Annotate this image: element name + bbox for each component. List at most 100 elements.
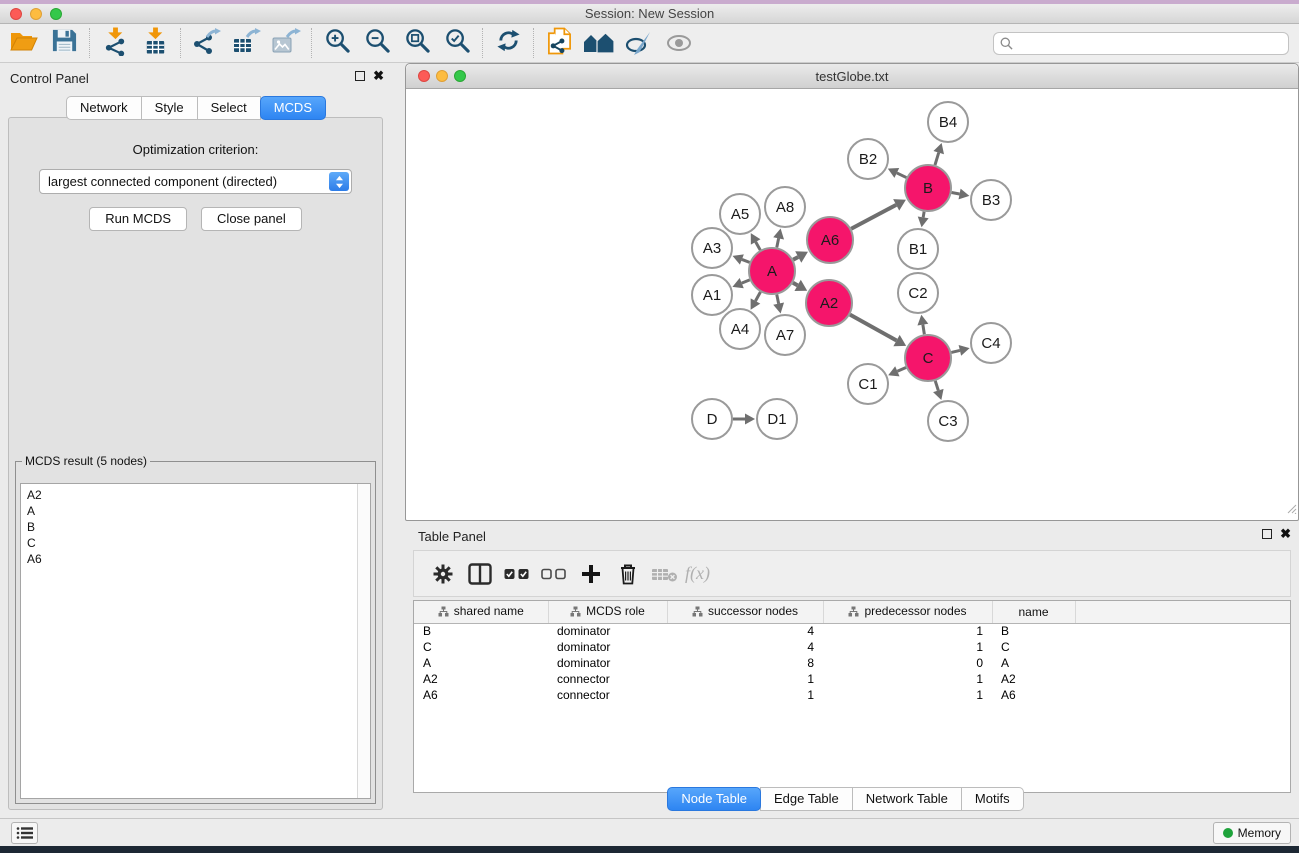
import-network-button[interactable]	[95, 27, 135, 60]
mcds-result-item[interactable]: A	[27, 503, 370, 519]
cell-predecessor-nodes[interactable]: 1	[823, 687, 992, 703]
cell-successor-nodes[interactable]: 1	[667, 687, 823, 703]
cell-name[interactable]: A2	[992, 671, 1075, 687]
zoom-selected-button[interactable]	[437, 27, 477, 60]
table-row[interactable]: A6connector11A6	[414, 687, 1290, 703]
zoom-out-button[interactable]	[357, 27, 397, 60]
select-all-checkboxes-icon[interactable]	[498, 556, 535, 592]
run-mcds-button[interactable]: Run MCDS	[89, 207, 187, 231]
table-row[interactable]: A2connector11A2	[414, 671, 1290, 687]
mcds-result-item[interactable]: B	[27, 519, 370, 535]
cell-successor-nodes[interactable]: 4	[667, 639, 823, 655]
close-table-panel-icon[interactable]: ✖	[1280, 529, 1291, 539]
search-input[interactable]	[1017, 37, 1282, 51]
float-panel-icon[interactable]	[355, 71, 365, 81]
tab-select[interactable]: Select	[197, 96, 261, 120]
table-row[interactable]: Bdominator41B	[414, 623, 1290, 639]
tab-network[interactable]: Network	[66, 96, 142, 120]
delete-table-icon[interactable]	[646, 556, 683, 592]
function-builder-icon[interactable]: f(x)	[685, 556, 710, 592]
graph-edge-A-A3[interactable]	[742, 259, 750, 262]
cell-shared-name[interactable]: C	[414, 639, 548, 655]
graph-edge-C-C4[interactable]	[951, 350, 960, 352]
graph-edge-A-A4[interactable]	[755, 292, 760, 301]
graph-edge-A-A2[interactable]	[793, 283, 798, 286]
table-row[interactable]: Cdominator41C	[414, 639, 1290, 655]
cell-shared-name[interactable]: B	[414, 623, 548, 639]
export-table-button[interactable]	[226, 27, 266, 60]
column-header-mcds-role[interactable]: MCDS role	[548, 601, 667, 623]
close-panel-icon[interactable]: ✖	[373, 71, 384, 81]
float-table-panel-icon[interactable]	[1262, 529, 1272, 539]
cell-mcds-role[interactable]: dominator	[548, 623, 667, 639]
cell-mcds-role[interactable]: dominator	[548, 639, 667, 655]
graph-edge-A6-B[interactable]	[851, 205, 896, 229]
cell-shared-name[interactable]: A	[414, 655, 548, 671]
result-scrollbar[interactable]	[357, 484, 370, 798]
trash-icon[interactable]	[609, 556, 646, 592]
mcds-result-item[interactable]: C	[27, 535, 370, 551]
maximize-network-window-button[interactable]	[454, 70, 466, 82]
close-network-window-button[interactable]	[418, 70, 430, 82]
graph-edge-B-B3[interactable]	[952, 192, 960, 194]
graph-edge-C-C2[interactable]	[923, 325, 924, 335]
maximize-window-button[interactable]	[50, 8, 62, 20]
column-header-successor-nodes[interactable]: successor nodes	[667, 601, 823, 623]
graph-edge-A-A7[interactable]	[777, 295, 779, 304]
graph-edge-B-B2[interactable]	[897, 173, 907, 178]
cell-predecessor-nodes[interactable]: 1	[823, 623, 992, 639]
cell-name[interactable]: C	[992, 639, 1075, 655]
optimization-criterion-select[interactable]: largest connected component (directed)	[39, 169, 352, 194]
graph-edge-B-B4[interactable]	[935, 153, 939, 165]
minimize-window-button[interactable]	[30, 8, 42, 20]
column-header-predecessor-nodes[interactable]: predecessor nodes	[823, 601, 992, 623]
network-canvas-svg[interactable]: B4B2BB3A8A5A6A3B1AA1C2A2A4A7C4CC1C3DD1	[406, 90, 1298, 520]
tab-node-table[interactable]: Node Table	[667, 787, 761, 811]
graph-edge-A-A5[interactable]	[756, 242, 761, 250]
cell-name[interactable]: A	[992, 655, 1075, 671]
resize-grip-icon[interactable]	[1285, 501, 1297, 519]
graph-edge-A-A8[interactable]	[777, 238, 779, 247]
column-header-name[interactable]: name	[992, 601, 1075, 623]
graph-edge-C-C3[interactable]	[935, 381, 938, 391]
refresh-button[interactable]	[488, 27, 528, 60]
export-network-button[interactable]	[186, 27, 226, 60]
network-canvas[interactable]: B4B2BB3A8A5A6A3B1AA1C2A2A4A7C4CC1C3DD1	[406, 90, 1298, 520]
import-table-button[interactable]	[135, 27, 175, 60]
cell-mcds-role[interactable]: dominator	[548, 655, 667, 671]
zoom-in-button[interactable]	[317, 27, 357, 60]
cell-successor-nodes[interactable]: 8	[667, 655, 823, 671]
cell-shared-name[interactable]: A2	[414, 671, 548, 687]
memory-button[interactable]: Memory	[1213, 822, 1291, 844]
tab-edge-table[interactable]: Edge Table	[760, 787, 853, 811]
eye-icon[interactable]	[659, 27, 699, 60]
split-table-icon[interactable]	[461, 556, 498, 592]
network-window-titlebar[interactable]: testGlobe.txt	[406, 64, 1298, 89]
column-header-shared-name[interactable]: shared name	[414, 601, 548, 623]
cell-mcds-role[interactable]: connector	[548, 671, 667, 687]
graph-edge-C-C1[interactable]	[897, 368, 906, 372]
tab-network-table[interactable]: Network Table	[852, 787, 962, 811]
cell-shared-name[interactable]: A6	[414, 687, 548, 703]
add-column-icon[interactable]	[572, 556, 609, 592]
houses-icon[interactable]	[579, 27, 619, 60]
clear-checkboxes-icon[interactable]	[535, 556, 572, 592]
tab-mcds[interactable]: MCDS	[260, 96, 326, 120]
clone-network-button[interactable]	[539, 27, 579, 60]
open-session-button[interactable]	[4, 27, 44, 60]
graph-edge-A-A1[interactable]	[742, 280, 750, 283]
close-panel-button[interactable]: Close panel	[201, 207, 302, 231]
cell-predecessor-nodes[interactable]: 1	[823, 639, 992, 655]
cell-predecessor-nodes[interactable]: 0	[823, 655, 992, 671]
search-box[interactable]	[993, 32, 1289, 55]
eye-pen-icon[interactable]	[619, 27, 659, 60]
mcds-result-item[interactable]: A2	[27, 487, 370, 503]
minimize-network-window-button[interactable]	[436, 70, 448, 82]
cell-predecessor-nodes[interactable]: 1	[823, 671, 992, 687]
tab-style[interactable]: Style	[141, 96, 198, 120]
close-window-button[interactable]	[10, 8, 22, 20]
zoom-fit-button[interactable]	[397, 27, 437, 60]
cell-successor-nodes[interactable]: 1	[667, 671, 823, 687]
export-image-button[interactable]	[266, 27, 306, 60]
graph-edge-A2-C[interactable]	[850, 315, 897, 341]
